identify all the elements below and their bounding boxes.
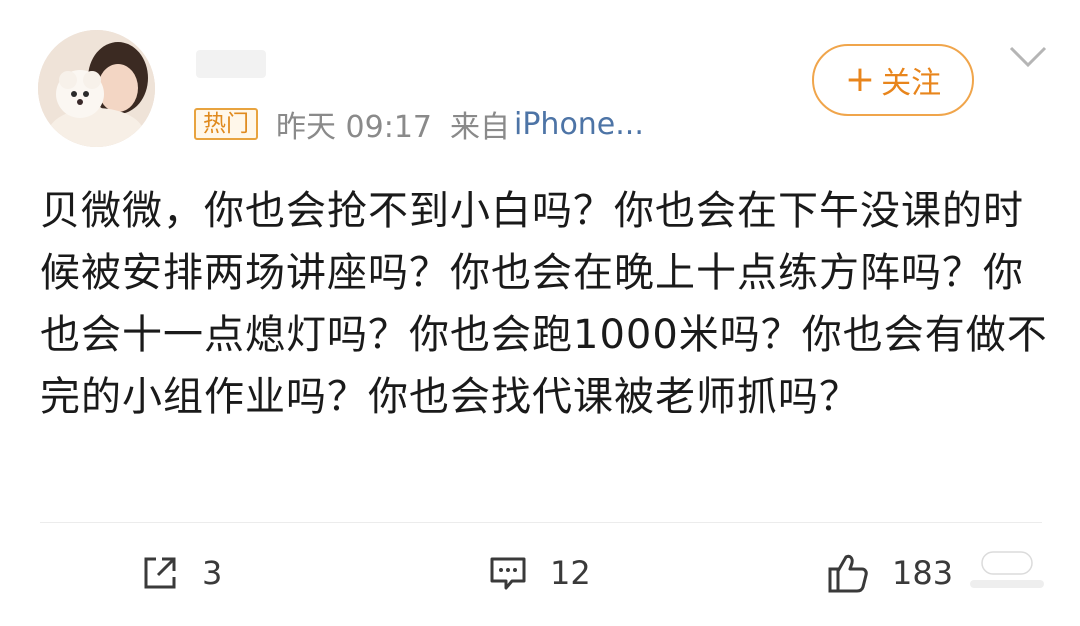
repost-button[interactable]: 3 [140, 548, 222, 598]
source-link[interactable]: iPhone... [514, 107, 644, 142]
avatar[interactable] [38, 30, 155, 147]
weibo-post: 热门 昨天 09:17 来自 iPhone... + 关注 贝微微，你也会抢不到… [0, 0, 1080, 626]
comment-icon [490, 557, 526, 590]
comment-button[interactable]: 12 [488, 548, 591, 598]
post-meta: 热门 昨天 09:17 来自 iPhone... [194, 104, 644, 145]
repost-count: 3 [202, 554, 223, 592]
comment-count: 12 [550, 554, 591, 592]
repost-icon [144, 557, 176, 589]
follow-button[interactable]: + 关注 [812, 44, 974, 116]
watermark-logo [970, 551, 1044, 588]
source-prefix: 来自 [450, 110, 510, 145]
divider [40, 522, 1042, 523]
thumbs-up-icon [828, 554, 868, 593]
follow-label: 关注 [881, 66, 942, 101]
plus-icon: + [844, 59, 876, 100]
post-text: 贝微微，你也会抢不到小白吗？你也会在下午没课的时候被安排两场讲座吗？你也会在晚上… [40, 188, 1048, 420]
hot-badge: 热门 [194, 108, 258, 140]
post-time: 昨天 09:17 [276, 110, 432, 145]
chevron-down-icon[interactable] [1008, 44, 1048, 70]
username-redacted[interactable] [196, 50, 266, 78]
